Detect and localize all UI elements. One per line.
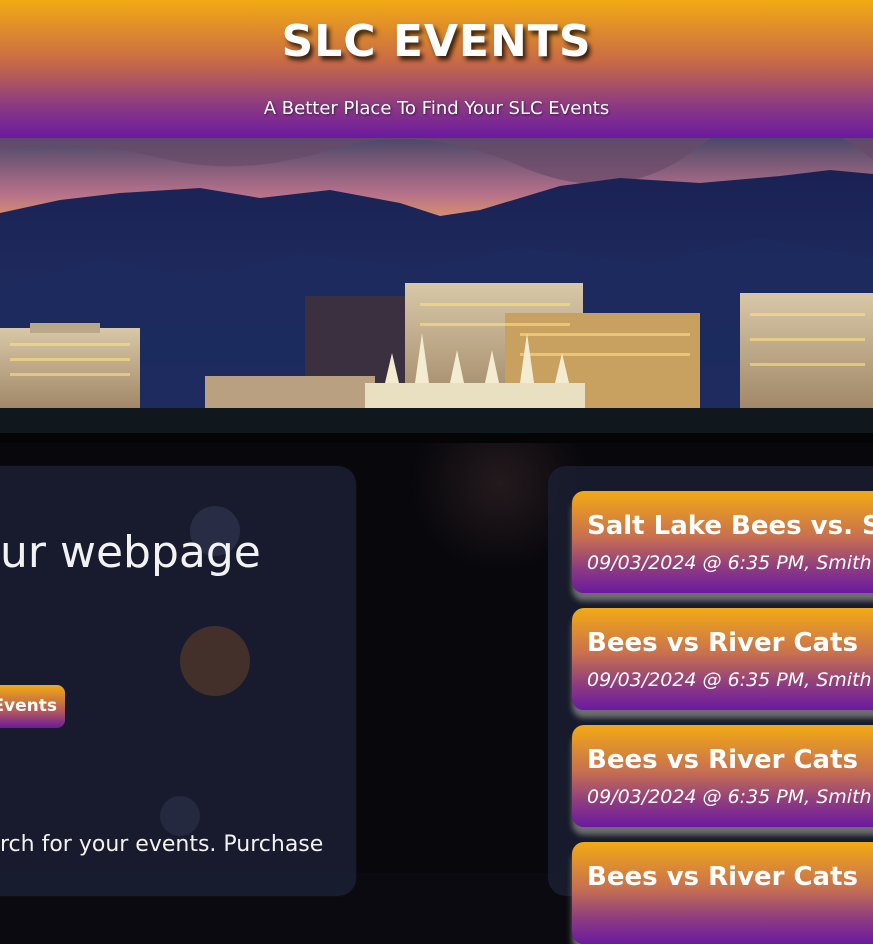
event-card[interactable]: Bees vs River Cats bbox=[572, 842, 873, 944]
city-skyline-illustration bbox=[0, 138, 873, 443]
event-title: Bees vs River Cats bbox=[587, 628, 859, 658]
event-date-venue: 09/03/2024 @ 6:35 PM, Smith's B bbox=[587, 552, 873, 574]
event-date-venue: 09/03/2024 @ 6:35 PM, Smith's B bbox=[587, 669, 873, 691]
site-title: SLC EVENTS bbox=[281, 16, 592, 67]
event-card[interactable]: Bees vs River Cats 09/03/2024 @ 6:35 PM,… bbox=[572, 608, 873, 710]
event-title: Bees vs River Cats bbox=[587, 745, 859, 775]
view-events-button[interactable]: Events bbox=[0, 685, 65, 728]
event-date-venue: 09/03/2024 @ 6:35 PM, Smith's B bbox=[587, 786, 873, 808]
event-title: Salt Lake Bees vs. Sacr bbox=[587, 511, 873, 541]
event-title: Bees vs River Cats bbox=[587, 862, 859, 892]
event-card[interactable]: Bees vs River Cats 09/03/2024 @ 6:35 PM,… bbox=[572, 725, 873, 827]
site-header: SLC EVENTS A Better Place To Find Your S… bbox=[0, 0, 873, 138]
site-tagline: A Better Place To Find Your SLC Events bbox=[263, 98, 610, 119]
bokeh-light bbox=[180, 626, 250, 696]
event-card[interactable]: Salt Lake Bees vs. Sacr 09/03/2024 @ 6:3… bbox=[572, 491, 873, 593]
intro-paragraph: rch for your events. Purchase bbox=[0, 832, 324, 857]
welcome-heading: ur webpage bbox=[0, 527, 261, 578]
hero-banner-image bbox=[0, 138, 873, 443]
